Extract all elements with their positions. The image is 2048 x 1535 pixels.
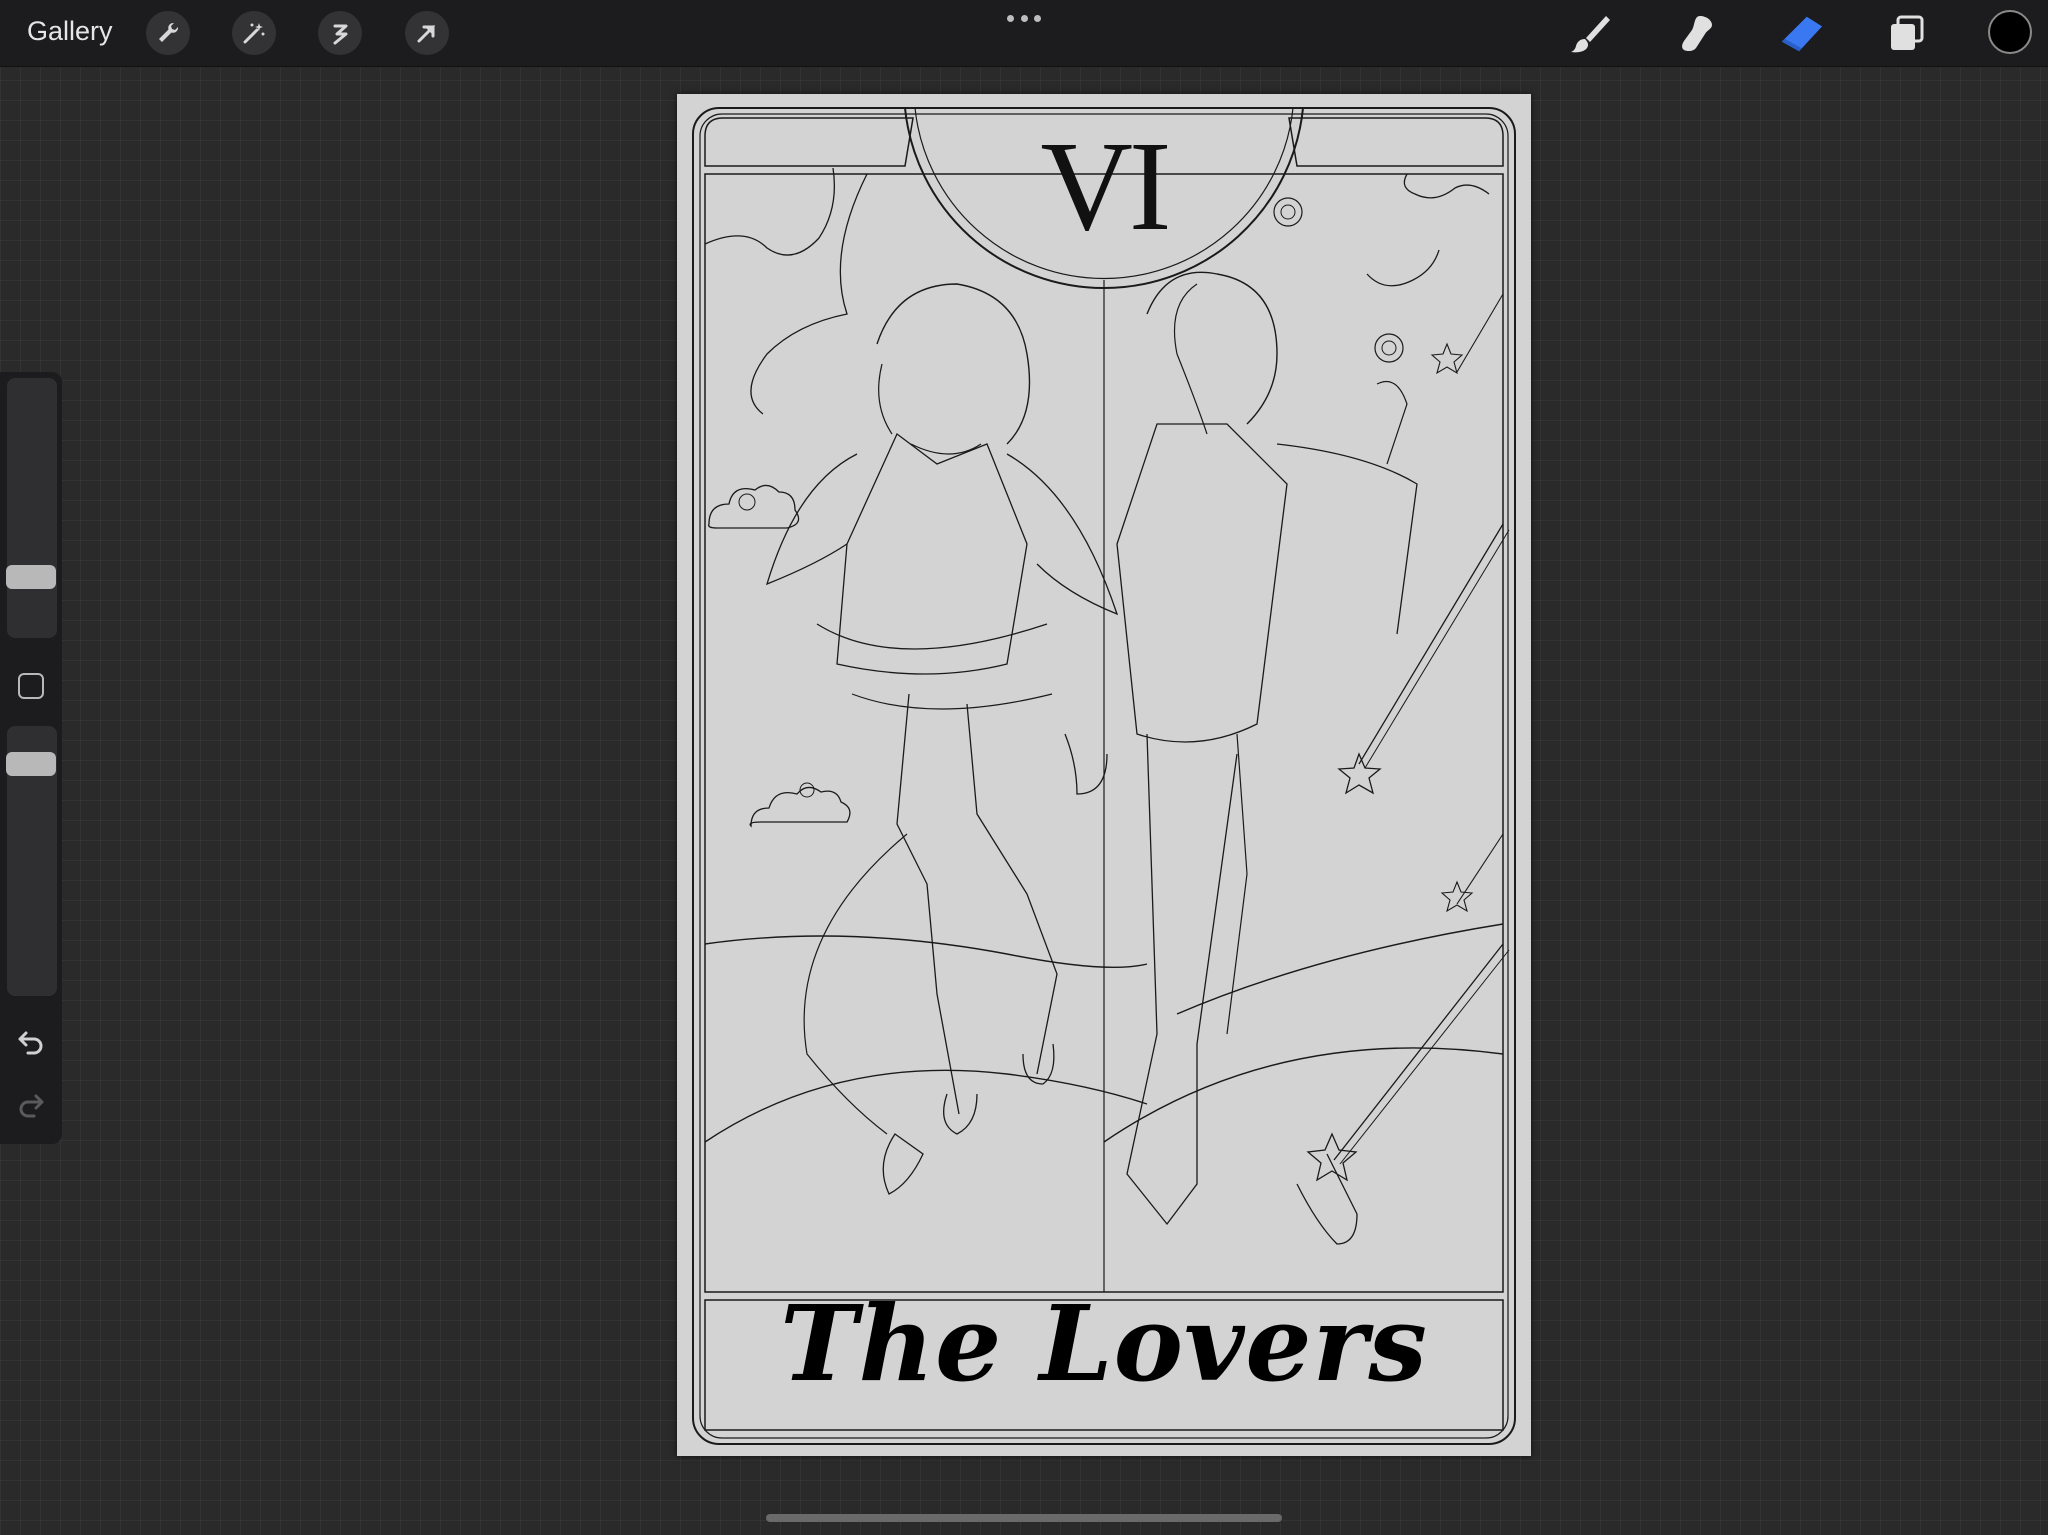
magic-wand-icon bbox=[243, 23, 265, 44]
gallery-button[interactable]: Gallery bbox=[27, 16, 113, 47]
color-picker-button[interactable] bbox=[1988, 10, 2032, 54]
dot bbox=[1020, 14, 1028, 22]
wrench-icon bbox=[159, 22, 179, 42]
dot bbox=[1007, 14, 1014, 22]
more-options-button[interactable] bbox=[1007, 8, 1041, 28]
drawing-canvas[interactable]: VI The Lovers bbox=[677, 94, 1531, 1456]
home-indicator[interactable] bbox=[766, 1514, 1282, 1522]
smudge-icon bbox=[1682, 16, 1712, 52]
card-number: VI bbox=[1040, 115, 1171, 257]
opacity-thumb[interactable] bbox=[6, 752, 56, 776]
paint-tool-button[interactable] bbox=[1567, 11, 1613, 57]
tarot-card-lineart bbox=[692, 107, 1516, 1445]
dot bbox=[1034, 14, 1041, 22]
redo-button[interactable] bbox=[14, 1088, 48, 1122]
undo-button[interactable] bbox=[14, 1025, 48, 1059]
selection-icon bbox=[333, 24, 348, 45]
brush-size-thumb[interactable] bbox=[6, 565, 56, 589]
layers-button[interactable] bbox=[1883, 11, 1929, 57]
transform-arrow-icon bbox=[417, 25, 435, 43]
top-toolbar: Gallery bbox=[0, 0, 2048, 67]
modify-button[interactable] bbox=[18, 673, 44, 699]
eraser-icon bbox=[1781, 16, 1823, 52]
undo-icon bbox=[18, 1031, 43, 1055]
eraser-tool-button[interactable] bbox=[1778, 11, 1824, 57]
selection-button[interactable] bbox=[318, 11, 362, 55]
actions-button[interactable] bbox=[146, 11, 190, 55]
layers-icon bbox=[1891, 15, 1924, 50]
brush-icon bbox=[1571, 16, 1610, 53]
card-title: The Lovers bbox=[780, 1282, 1428, 1405]
smudge-tool-button[interactable] bbox=[1673, 11, 1719, 57]
brush-size-slider[interactable] bbox=[7, 378, 57, 638]
transform-button[interactable] bbox=[405, 11, 449, 55]
adjustments-button[interactable] bbox=[232, 11, 276, 55]
redo-icon bbox=[19, 1094, 44, 1118]
brush-sidebar bbox=[0, 372, 62, 1144]
